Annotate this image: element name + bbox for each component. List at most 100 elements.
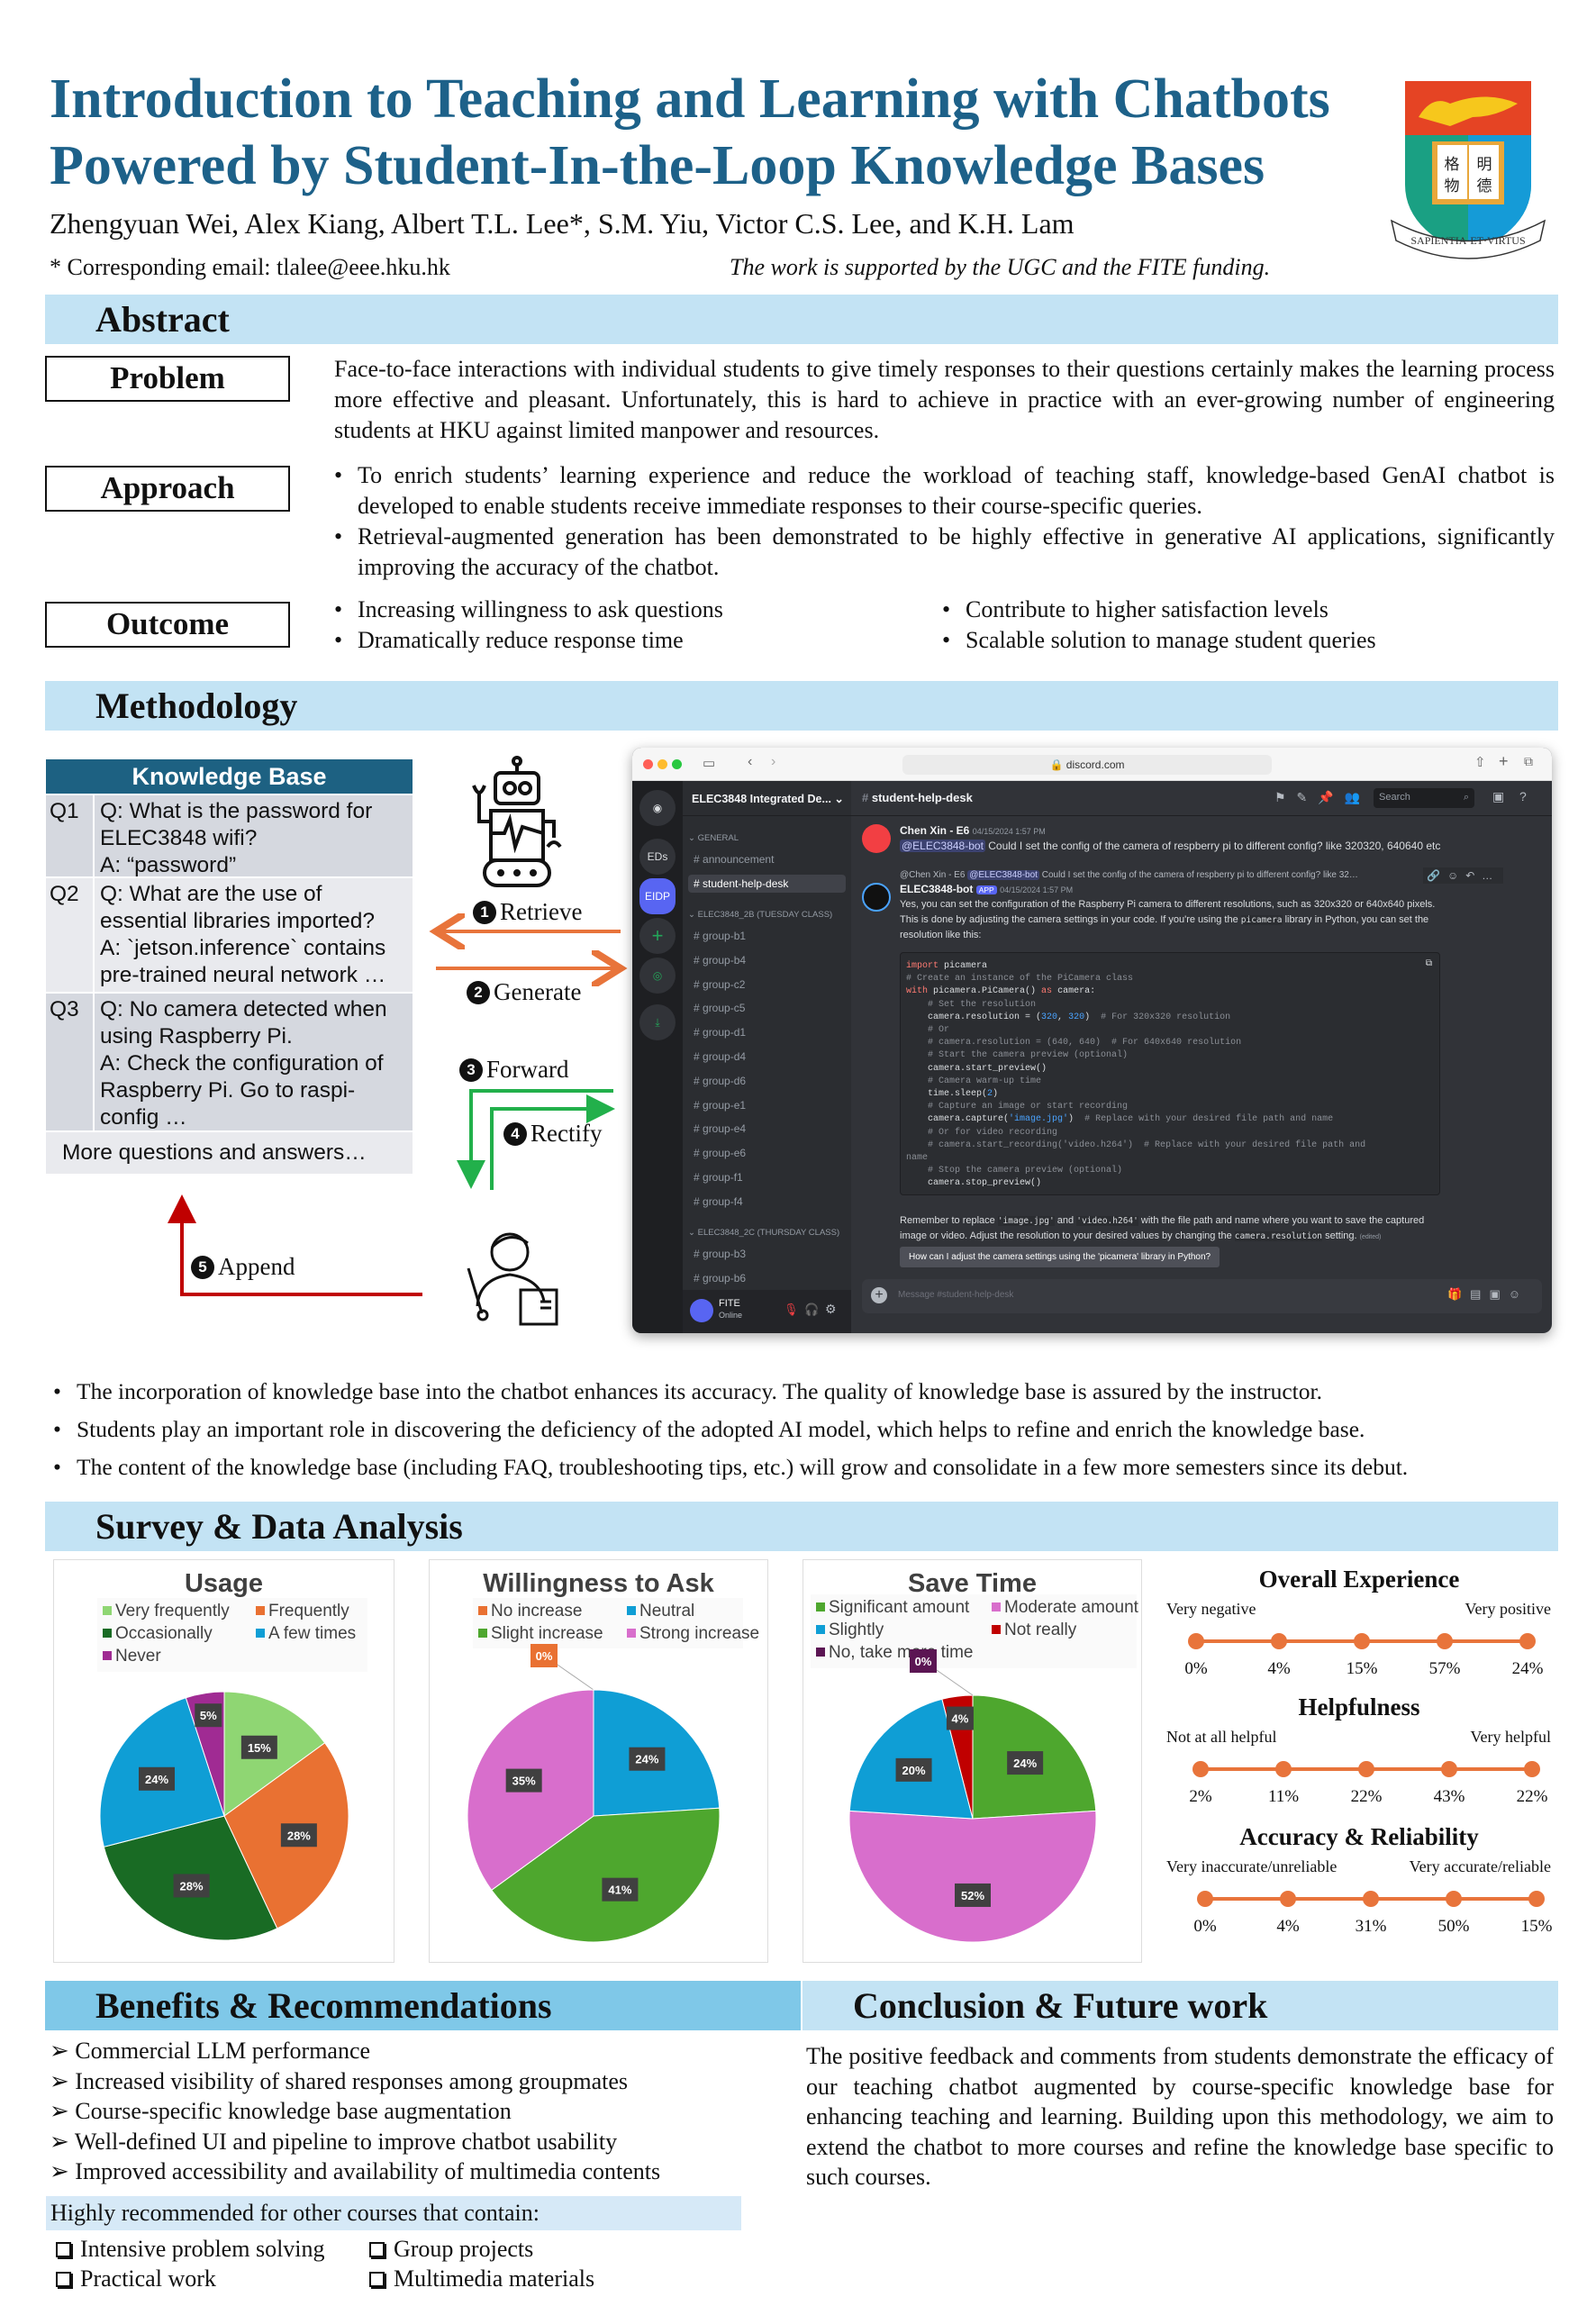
pie-svg: 15% 28% 28% 24% 5% xyxy=(99,1691,349,1941)
data-label: 24% xyxy=(1013,1757,1037,1770)
channel-item[interactable]: # group-d1 xyxy=(694,1026,746,1039)
channel-item[interactable]: # group-b4 xyxy=(694,954,746,967)
back-icon[interactable]: ‹ xyxy=(748,754,752,770)
inbox-icon[interactable]: ▣ xyxy=(1492,789,1504,804)
data-label: 41% xyxy=(608,1884,631,1897)
section-conclusion: Conclusion & Future work xyxy=(803,1981,1558,2030)
explore-icon[interactable]: ◎ xyxy=(639,958,676,994)
channel-item[interactable]: # group-d4 xyxy=(694,1050,746,1063)
input-action-icons[interactable]: 🎁▤▣☺ xyxy=(1447,1287,1528,1302)
channel-item[interactable]: # group-d6 xyxy=(694,1075,746,1087)
maximize-window-button[interactable] xyxy=(672,759,682,769)
download-icon[interactable]: ⤓ xyxy=(639,1004,676,1040)
reply-text: Could I set the config of the camera of … xyxy=(1038,870,1358,880)
close-window-button[interactable] xyxy=(643,759,653,769)
message-actions[interactable]: 🔗☺↶… xyxy=(1423,867,1504,884)
header-icons[interactable]: ⚑✎📌👥 xyxy=(1274,790,1371,805)
search-input[interactable]: Search ⌕ xyxy=(1374,788,1474,808)
category-label[interactable]: ⌄ ELEC3848_2B (TUESDAY CLASS) xyxy=(688,910,832,920)
scale-low-label: Very negative xyxy=(1166,1600,1256,1618)
sidebar-toggle-icon[interactable]: ▭ xyxy=(703,755,715,771)
data-label: 20% xyxy=(902,1764,926,1777)
robot-icon xyxy=(472,756,562,887)
methodology-bullet: Students play an important role in disco… xyxy=(53,1411,1566,1448)
server-name[interactable]: ELEC3848 Integrated De... ⌄ xyxy=(692,792,844,805)
bot-avatar[interactable] xyxy=(862,883,891,912)
recommend-item: Multimedia materials xyxy=(369,2264,594,2294)
avatar[interactable] xyxy=(862,824,891,853)
channel-title-text: student-help-desk xyxy=(871,791,973,804)
server-icon-active[interactable]: EIDP xyxy=(639,878,676,914)
channel-name: group-e6 xyxy=(703,1147,747,1160)
data-label: 5% xyxy=(200,1709,217,1722)
category-label[interactable]: ⌄ GENERAL xyxy=(688,833,739,843)
conclusion-text: The positive feedback and comments from … xyxy=(806,2043,1554,2191)
pie-slice xyxy=(848,1810,1097,1943)
channel-item[interactable]: # group-b6 xyxy=(694,1272,746,1285)
channel-item[interactable]: # group-b3 xyxy=(694,1248,746,1260)
channel-item[interactable]: # announcement xyxy=(694,853,774,866)
mute-icon[interactable]: 🎙 xyxy=(784,1303,799,1317)
step-number: 5 xyxy=(191,1256,214,1279)
reply-preview[interactable]: @Chen Xin - E6 @ELEC3848-bot Could I set… xyxy=(900,867,1404,883)
channel-item[interactable]: # group-b1 xyxy=(694,930,746,942)
recommend-item: Practical work xyxy=(56,2264,216,2294)
channel-name: group-e4 xyxy=(703,1122,747,1136)
text-part: and xyxy=(1054,1215,1077,1226)
channel-name: group-b4 xyxy=(703,953,747,967)
headphones-icon[interactable]: 🎧 xyxy=(804,1303,819,1317)
forward-icon[interactable]: › xyxy=(771,754,775,770)
category-label[interactable]: ⌄ ELEC3848_2C (THURSDAY CLASS) xyxy=(688,1228,839,1238)
data-label: 28% xyxy=(180,1879,204,1893)
step-retrieve-label: 1 Retrieve xyxy=(473,898,582,926)
text-part: library in Python, you can set the xyxy=(1282,914,1429,925)
add-server-icon[interactable]: + xyxy=(639,918,676,954)
address-bar[interactable]: 🔒 discord.com xyxy=(902,755,1272,775)
benefit-item: ➢ Course-specific knowledge base augment… xyxy=(50,2096,660,2127)
channel-item[interactable]: # group-f4 xyxy=(694,1195,743,1208)
help-icon[interactable]: ? xyxy=(1519,789,1527,803)
pie-chart-panel: Save Time Significant amount Moderate amou… xyxy=(803,1559,1142,1963)
channel-item[interactable]: # group-c5 xyxy=(694,1002,745,1014)
methodology-bullet: The content of the knowledge base (inclu… xyxy=(53,1448,1566,1486)
recommend-item: Group projects xyxy=(369,2234,533,2265)
minimize-window-button[interactable] xyxy=(657,759,667,769)
message-input[interactable]: + Message #student-help-desk 🎁▤▣☺ xyxy=(862,1279,1542,1313)
step-label: Generate xyxy=(494,978,582,1005)
text-part: setting. xyxy=(1322,1230,1357,1241)
channel-item[interactable]: # group-f1 xyxy=(694,1171,743,1184)
scale-percentage: 11% xyxy=(1267,1787,1300,1806)
server-icon[interactable]: EDs xyxy=(639,839,676,875)
section-heading: Survey & Data Analysis xyxy=(95,1506,463,1547)
teacher-icon xyxy=(467,1232,558,1326)
channel-item[interactable]: # group-e4 xyxy=(694,1122,746,1135)
text-part: image or video. Adjust the resolution to… xyxy=(900,1230,1235,1241)
recommend-text: Group projects xyxy=(394,2236,534,2262)
step-label: Append xyxy=(218,1253,295,1280)
server-rail: ◉ EDs EIDP + ◎ ⤓ xyxy=(632,781,683,1333)
suggested-question-button[interactable]: How can I adjust the camera settings usi… xyxy=(900,1247,1220,1267)
channel-item[interactable]: # group-e6 xyxy=(694,1147,746,1159)
share-icon[interactable]: ⇧ xyxy=(1474,754,1486,770)
step-number: 1 xyxy=(473,901,496,924)
scale-point xyxy=(1441,1761,1457,1777)
channel-name: group-e1 xyxy=(703,1098,747,1112)
text-part: with the file path and name where you wa… xyxy=(1138,1215,1425,1226)
avatar[interactable] xyxy=(690,1299,713,1322)
settings-gear-icon[interactable]: ⚙ xyxy=(825,1302,837,1317)
new-tab-icon[interactable]: + xyxy=(1499,752,1509,771)
step-number: 3 xyxy=(459,1058,483,1082)
copy-icon[interactable]: ⧉ xyxy=(1426,958,1432,971)
discord-home-icon[interactable]: ◉ xyxy=(639,790,676,826)
mention[interactable]: @ELEC3848-bot xyxy=(900,840,985,852)
channel-item-active[interactable]: # student-help-desk xyxy=(688,875,846,893)
channel-item[interactable]: # group-e1 xyxy=(694,1099,746,1112)
message-author: ELEC3848-bot xyxy=(900,883,974,895)
message-header: Chen Xin - E6 04/15/2024 1:57 PM xyxy=(900,823,1046,840)
scale-point xyxy=(1354,1633,1370,1649)
channel-name: group-c5 xyxy=(703,1002,746,1015)
attach-plus-icon[interactable]: + xyxy=(871,1287,887,1303)
tabs-overview-icon[interactable]: ⧉ xyxy=(1524,754,1533,769)
channel-item[interactable]: # group-c2 xyxy=(694,978,745,991)
message-header: ELEC3848-bot APP 04/15/2024 1:57 PM xyxy=(900,882,1073,898)
